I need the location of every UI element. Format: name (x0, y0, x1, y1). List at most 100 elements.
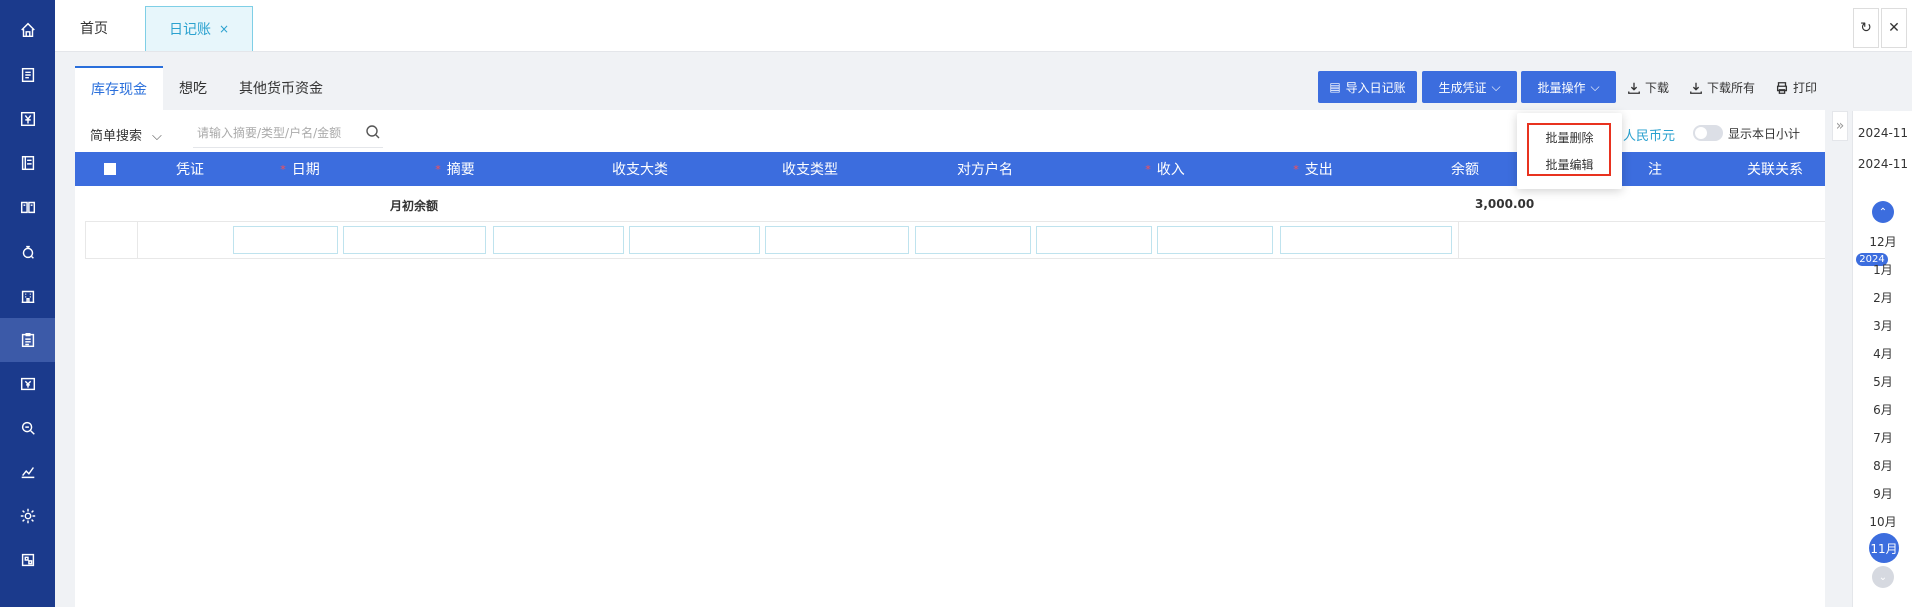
current-month[interactable]: 11月 (1869, 533, 1899, 563)
period-start[interactable]: 2024-11 (1853, 126, 1912, 140)
select-all-checkbox[interactable] (95, 152, 125, 186)
tab-close-icon[interactable]: × (219, 22, 229, 36)
col-date: * 日期 (245, 152, 355, 186)
counterparty-field[interactable] (765, 226, 909, 254)
voucher-icon[interactable] (0, 53, 55, 97)
month-item[interactable]: 2月 (1853, 289, 1912, 306)
ledger-icon[interactable] (0, 141, 55, 185)
col-income-label: 收入 (1156, 162, 1185, 178)
import-journal-button[interactable]: ▤ 导入日记账 (1318, 71, 1417, 103)
required-mark: * (1145, 162, 1151, 176)
tab-journal[interactable]: 日记账 × (145, 6, 253, 51)
daily-subtotal-toggle[interactable] (1693, 125, 1723, 141)
chevron-up-icon[interactable]: ⌃ (1872, 201, 1894, 223)
account-subtabs: 库存现金 想吃 其他货币资金 (75, 66, 339, 110)
month-item[interactable]: 12月 (1853, 233, 1912, 250)
tab-journal-label: 日记账 (168, 22, 211, 38)
download-label: 下载 (1645, 81, 1670, 95)
opening-balance-label: 月初余额 (390, 199, 439, 213)
type-field[interactable] (629, 226, 760, 254)
batch-operation-menu: 批量删除 批量编辑 (1517, 113, 1622, 189)
month-item[interactable]: 6月 (1853, 401, 1912, 418)
chevron-down-icon: ⌵ (1491, 79, 1501, 94)
download-button[interactable]: 下载 (1627, 79, 1669, 96)
double-chevron-right-icon[interactable]: » (1832, 111, 1848, 141)
month-item[interactable]: 1月 (1853, 261, 1912, 278)
search-icon[interactable] (365, 124, 381, 140)
assets-icon[interactable] (0, 230, 55, 274)
print-label: 打印 (1793, 81, 1818, 95)
col-category: 收支大类 (612, 162, 668, 178)
opening-balance-row: 月初余额 3,000.00 (85, 186, 1825, 222)
col-relation: 关联关系 (1747, 162, 1803, 178)
month-item[interactable]: 7月 (1853, 429, 1912, 446)
batch-operation-button[interactable]: 批量操作 ⌵ (1521, 71, 1616, 103)
entry-row (85, 222, 1825, 259)
summary-field[interactable] (343, 226, 486, 254)
batch-edit-item[interactable]: 批量编辑 (1517, 156, 1622, 173)
expense-field[interactable] (1036, 226, 1152, 254)
download-icon (1628, 82, 1640, 94)
download-all-button[interactable]: 下载所有 (1689, 79, 1755, 96)
tab-home[interactable]: 首页 (80, 18, 108, 38)
left-nav (0, 0, 55, 607)
note-field[interactable] (1280, 226, 1452, 254)
refresh-icon[interactable]: ↻ (1853, 8, 1879, 48)
col-expense-label: 支出 (1304, 162, 1333, 178)
tools-icon[interactable] (0, 538, 55, 582)
chart-icon[interactable] (0, 450, 55, 494)
import-journal-label: 导入日记账 (1345, 80, 1406, 95)
yuan-icon[interactable] (0, 97, 55, 141)
col-expense: * 支出 (1263, 152, 1363, 186)
download-icon (1690, 82, 1702, 94)
subtab-other-funds[interactable]: 其他货币资金 (223, 66, 339, 110)
opening-balance-value: 3,000.00 (1475, 197, 1535, 211)
col-summary: * 摘要 (385, 152, 525, 186)
batch-delete-item[interactable]: 批量删除 (1517, 129, 1622, 146)
required-mark: * (435, 162, 441, 176)
currency-label: 人民币元 (1623, 129, 1676, 144)
balance-field[interactable] (1157, 226, 1273, 254)
journal-icon[interactable] (0, 318, 55, 362)
month-item[interactable]: 4月 (1853, 345, 1912, 362)
period-end[interactable]: 2024-11 (1853, 157, 1912, 171)
settings-icon[interactable] (0, 494, 55, 538)
download-all-label: 下载所有 (1707, 81, 1756, 95)
books-icon[interactable] (0, 185, 55, 229)
search-mode-select[interactable]: 简单搜索 ⌵ (90, 125, 162, 144)
col-type: 收支类型 (782, 162, 838, 178)
subtab-xiangchi[interactable]: 想吃 (163, 66, 223, 110)
col-income: * 收入 (1115, 152, 1215, 186)
chevron-down-icon: ⌵ (152, 129, 162, 144)
month-item[interactable]: 8月 (1853, 457, 1912, 474)
required-mark: * (280, 162, 286, 176)
month-item[interactable]: 9月 (1853, 485, 1912, 502)
daily-subtotal-label: 显示本日小计 (1728, 127, 1801, 141)
generate-voucher-label: 生成凭证 (1438, 80, 1487, 95)
col-voucher: 凭证 (176, 162, 204, 178)
printer-icon (1776, 81, 1788, 94)
required-mark: * (1293, 162, 1299, 176)
print-button[interactable]: 打印 (1775, 79, 1817, 96)
home-icon[interactable] (0, 8, 55, 52)
month-item[interactable]: 3月 (1853, 317, 1912, 334)
col-counterparty: 对方户名 (957, 162, 1013, 178)
month-item[interactable]: 10月 (1853, 513, 1912, 530)
search-input[interactable] (193, 118, 383, 148)
tab-bar: 首页 日记账 × ↻ ✕ (55, 0, 1912, 52)
close-icon[interactable]: ✕ (1881, 8, 1907, 48)
col-summary-label: 摘要 (446, 162, 475, 178)
generate-voucher-button[interactable]: 生成凭证 ⌵ (1422, 71, 1517, 103)
tax-icon[interactable] (0, 362, 55, 406)
chevron-down-icon[interactable]: ⌄ (1872, 566, 1894, 588)
col-date-label: 日期 (291, 162, 320, 178)
category-field[interactable] (493, 226, 624, 254)
period-rail: 2024-11 2024-11 ⌃ 12月 2024 1月 2月 3月 4月 5… (1852, 111, 1912, 607)
income-field[interactable] (915, 226, 1031, 254)
subtab-cash[interactable]: 库存现金 (75, 66, 163, 110)
building-icon[interactable] (0, 274, 55, 318)
month-item[interactable]: 5月 (1853, 373, 1912, 390)
date-field[interactable] (233, 226, 338, 254)
search-report-icon[interactable] (0, 406, 55, 450)
col-balance: 余额 (1451, 162, 1479, 178)
